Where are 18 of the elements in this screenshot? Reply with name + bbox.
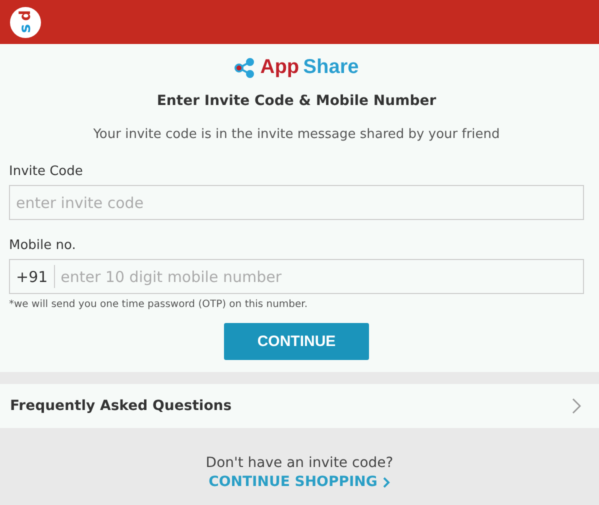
logo-icon[interactable]: d s (10, 6, 41, 38)
invite-code-field[interactable]: enter invite code (10, 186, 583, 219)
brand-name: Share (303, 56, 359, 79)
faq-row[interactable]: Frequently Asked Questions (0, 384, 599, 428)
continue-button[interactable]: CONTINUE (224, 323, 369, 360)
chevron-right-icon (572, 398, 581, 414)
mobile-label: Mobile no. (9, 238, 77, 253)
invite-question: Don't have an invite code? (206, 455, 394, 471)
invite-code-label: Invite Code (9, 164, 84, 179)
country-code: +91 (10, 264, 55, 288)
page-title: Enter Invite Code & Mobile Number (156, 93, 438, 109)
otp-note: *we will send you one time password (OTP) on this number. (9, 299, 309, 310)
chevron-right-icon (383, 476, 390, 488)
brand-name: App (260, 56, 300, 79)
mobile-number-field[interactable]: enter 10 digit mobile number (54, 260, 583, 293)
phone-field[interactable]: +91 enter 10 digit mobile number (9, 259, 584, 294)
share-icon (234, 58, 256, 78)
subtitle: Your invite code is in the invite message shared by your friend (92, 127, 501, 142)
